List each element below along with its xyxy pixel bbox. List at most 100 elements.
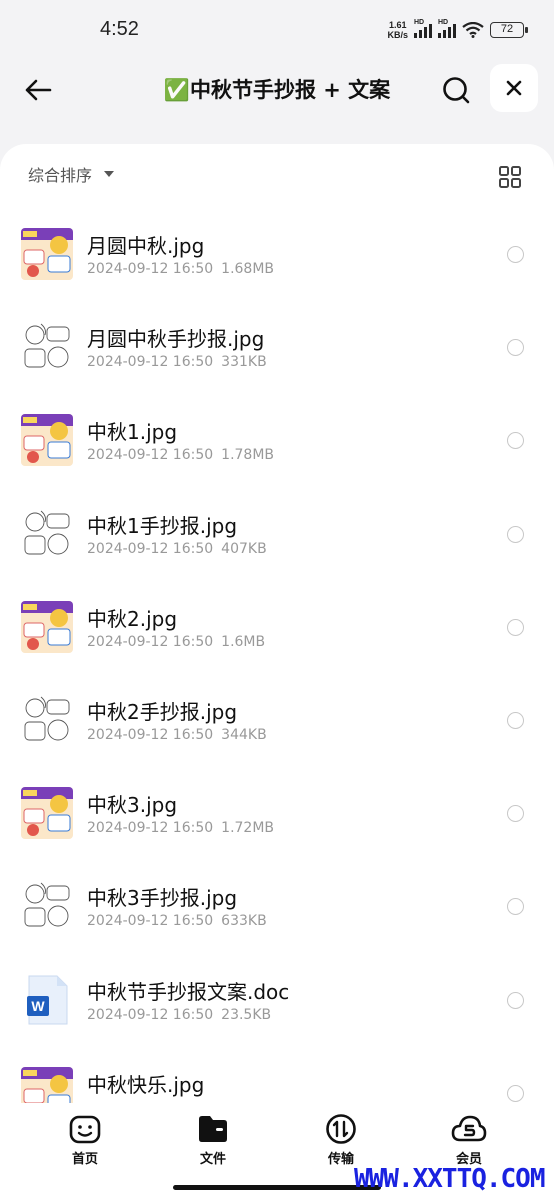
image-thumbnail xyxy=(21,880,73,933)
select-radio[interactable] xyxy=(507,525,524,543)
image-thumbnail xyxy=(21,693,73,746)
file-size: 331KB xyxy=(221,354,267,371)
image-thumbnail xyxy=(21,507,73,560)
select-radio[interactable] xyxy=(507,991,524,1009)
status-bar: 4:52 1.61 KB/s HD HD 72 xyxy=(0,0,554,60)
tab-files[interactable]: 文件 xyxy=(178,1113,248,1167)
vip-cloud-icon xyxy=(451,1115,487,1142)
file-row[interactable]: 月圆中秋.jpg 2024-09-12 16:50 1.68MB xyxy=(0,210,554,303)
image-thumbnail xyxy=(21,600,73,653)
file-size: 1.78MB xyxy=(221,447,275,464)
hd-label: HD xyxy=(414,19,425,26)
file-name: 中秋1.jpg xyxy=(87,420,178,445)
grid-view-button[interactable] xyxy=(498,165,522,189)
smile-icon xyxy=(69,1115,101,1144)
select-radio[interactable] xyxy=(507,898,524,916)
file-name: 中秋3.jpg xyxy=(87,793,178,818)
select-radio[interactable] xyxy=(507,246,524,263)
network-speed: 1.61 KB/s xyxy=(387,20,408,40)
file-name: 中秋2.jpg xyxy=(87,606,178,631)
file-row[interactable]: 中秋2手抄报.jpg 2024-09-12 16:50 344KB xyxy=(0,676,554,769)
watermark: WWW.XXTTQ.COM xyxy=(354,1164,545,1194)
tab-home[interactable]: 首页 xyxy=(50,1113,120,1167)
file-meta: 2024-09-12 16:50 344KB xyxy=(87,727,267,743)
file-date: 2024-09-12 16:50 xyxy=(87,633,214,650)
image-thumbnail xyxy=(21,787,73,840)
file-date: 2024-09-12 16:50 xyxy=(87,820,214,837)
battery-icon: 72 xyxy=(490,22,528,38)
file-size: 23.5KB xyxy=(221,1006,272,1023)
file-meta: 2024-09-12 16:50 1.68MB xyxy=(87,261,274,277)
file-date: 2024-09-12 16:50 xyxy=(87,913,214,930)
search-button[interactable] xyxy=(436,70,476,110)
image-thumbnail xyxy=(21,321,73,374)
file-date: 2024-09-12 16:50 xyxy=(87,261,214,277)
folder-icon xyxy=(199,1116,227,1142)
image-thumbnail xyxy=(21,414,73,467)
file-meta: 2024-09-12 16:50 633KB xyxy=(87,913,267,929)
file-size: 407KB xyxy=(221,540,267,557)
file-size: 1.68MB xyxy=(221,261,275,277)
file-date: 2024-09-12 16:50 xyxy=(87,1006,214,1023)
hd-label-2: HD xyxy=(438,19,449,26)
file-meta: 2024-09-12 16:50 407KB xyxy=(87,541,267,557)
caret-down-icon xyxy=(104,171,115,177)
select-radio[interactable] xyxy=(507,711,524,729)
file-row[interactable]: W 中秋节手抄报文案.doc 2024-09-12 16:50 23.5KB xyxy=(0,956,554,1049)
tab-vip[interactable]: 会员 xyxy=(434,1113,504,1167)
file-name: 月圆中秋.jpg xyxy=(87,234,205,258)
header: ✅中秋节手抄报 + 文案 xyxy=(0,60,554,120)
file-size: 1.72MB xyxy=(221,820,275,837)
home-indicator[interactable] xyxy=(173,1185,381,1190)
file-meta: 2024-09-12 16:50 1.78MB xyxy=(87,447,274,463)
close-icon xyxy=(506,80,522,96)
file-size: 344KB xyxy=(221,726,267,743)
status-time: 4:52 xyxy=(100,18,139,40)
file-row[interactable]: 中秋3.jpg 2024-09-12 16:50 1.72MB xyxy=(0,769,554,862)
file-row[interactable]: 中秋3手抄报.jpg 2024-09-12 16:50 633KB xyxy=(0,862,554,955)
file-name: 月圆中秋手抄报.jpg xyxy=(87,327,265,352)
sort-dropdown[interactable]: 综合排序 xyxy=(28,162,115,186)
tab-home-label: 首页 xyxy=(71,1152,98,1167)
select-radio[interactable] xyxy=(507,805,524,823)
file-meta: 2024-09-12 16:50 23.5KB xyxy=(87,1007,271,1023)
file-list: 月圆中秋.jpg 2024-09-12 16:50 1.68MB 月圆中秋手抄报.jp… xyxy=(0,210,554,1142)
file-row[interactable]: 月圆中秋手抄报.jpg 2024-09-12 16:50 331KB xyxy=(0,303,554,396)
file-date: 2024-09-12 16:50 xyxy=(87,447,214,464)
select-radio[interactable] xyxy=(507,618,524,636)
network-speed-unit: KB/s xyxy=(387,30,408,40)
file-date: 2024-09-12 16:50 xyxy=(87,540,214,557)
file-meta: 2024-09-12 16:50 331KB xyxy=(87,354,267,370)
svg-text:W: W xyxy=(31,998,45,1014)
select-radio[interactable] xyxy=(507,339,524,357)
status-icons: 1.61 KB/s HD HD 72 xyxy=(387,19,528,40)
file-size: 633KB xyxy=(221,913,267,930)
file-row[interactable]: 中秋2.jpg 2024-09-12 16:50 1.6MB xyxy=(0,583,554,676)
select-radio[interactable] xyxy=(507,432,524,450)
grid-icon xyxy=(499,166,521,188)
signal-icon-2: HD xyxy=(438,19,456,38)
signal-icon: HD xyxy=(414,19,432,38)
file-row[interactable]: 中秋1手抄报.jpg 2024-09-12 16:50 407KB xyxy=(0,490,554,583)
tab-transfer[interactable]: 传输 xyxy=(306,1113,376,1167)
file-row[interactable]: 中秋1.jpg 2024-09-12 16:50 1.78MB xyxy=(0,396,554,489)
word-doc-icon: W xyxy=(21,974,73,1026)
file-name: 中秋1手抄报.jpg xyxy=(87,513,238,538)
sort-label: 综合排序 xyxy=(28,166,93,185)
tab-files-label: 文件 xyxy=(199,1152,226,1167)
file-name: 中秋节手抄报文案.doc xyxy=(87,979,290,1004)
file-name: 中秋2手抄报.jpg xyxy=(87,699,238,724)
network-speed-value: 1.61 xyxy=(388,20,407,30)
file-size: 1.6MB xyxy=(221,633,266,650)
close-button[interactable] xyxy=(490,64,538,112)
file-date: 2024-09-12 16:50 xyxy=(87,354,214,371)
file-name: 中秋快乐.jpg xyxy=(87,1072,205,1097)
wifi-icon xyxy=(462,22,484,38)
image-thumbnail xyxy=(21,228,73,280)
select-radio[interactable] xyxy=(507,1084,524,1102)
file-date: 2024-09-12 16:50 xyxy=(87,726,214,743)
search-icon xyxy=(443,77,470,104)
transfer-icon xyxy=(326,1114,356,1144)
file-name: 中秋3手抄报.jpg xyxy=(87,886,238,911)
file-meta: 2024-09-12 16:50 1.6MB xyxy=(87,634,265,650)
